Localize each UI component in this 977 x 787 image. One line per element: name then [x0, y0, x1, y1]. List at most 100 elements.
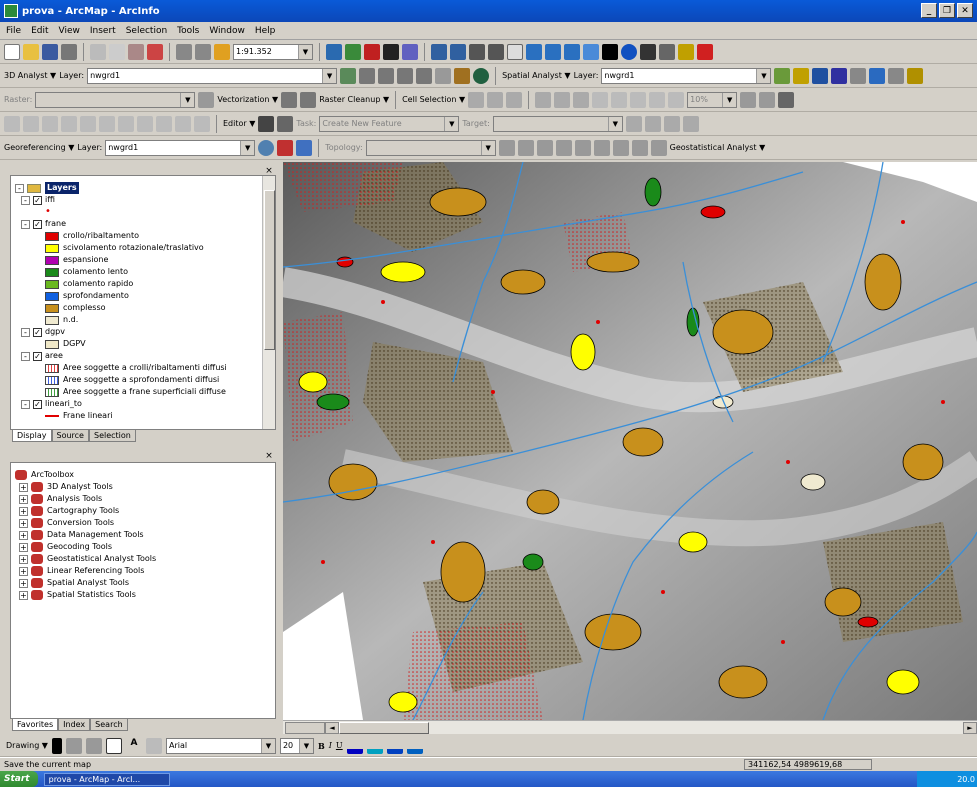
rotate-raster-icon[interactable]: [258, 139, 275, 156]
layer-aree[interactable]: aree: [45, 350, 63, 362]
sketch-icon[interactable]: [277, 115, 294, 132]
menu-insert[interactable]: Insert: [90, 26, 116, 36]
contour-tool-icon[interactable]: [774, 67, 791, 84]
save-icon[interactable]: [42, 43, 58, 60]
topology-edit-icon[interactable]: [498, 139, 515, 156]
sketch-tool-2-icon[interactable]: [23, 115, 39, 132]
vectorization-menu[interactable]: Vectorization ▼: [217, 95, 278, 104]
target-dropdown[interactable]: [492, 115, 623, 132]
arctoolbox-icon[interactable]: [364, 43, 380, 60]
topology-dropdown[interactable]: [365, 139, 496, 156]
font-color-icon[interactable]: [346, 737, 363, 754]
full-extent-icon[interactable]: [526, 43, 542, 60]
font-dropdown[interactable]: Arial: [165, 737, 276, 754]
raster-tool-7-icon[interactable]: [649, 91, 666, 108]
menu-selection[interactable]: Selection: [126, 26, 167, 36]
sketch-tool-8-icon[interactable]: [137, 115, 153, 132]
raster-dropdown[interactable]: [35, 91, 196, 108]
task-dropdown[interactable]: Create New Feature: [319, 115, 460, 132]
expand-toolset[interactable]: +: [19, 578, 28, 588]
new-icon[interactable]: [4, 43, 20, 60]
map-display[interactable]: [283, 162, 977, 720]
results-icon[interactable]: [850, 67, 867, 84]
expand-toolset[interactable]: +: [19, 554, 28, 564]
menu-edit[interactable]: Edit: [31, 26, 48, 36]
marker-color-icon[interactable]: [406, 737, 423, 754]
raster-tool-4-icon[interactable]: [592, 91, 609, 108]
expand-frane[interactable]: -: [21, 219, 30, 229]
toolbox-item[interactable]: Conversion Tools: [47, 517, 114, 529]
expand-toolset[interactable]: +: [19, 482, 28, 492]
minimize-button[interactable]: _: [921, 3, 937, 18]
add-control-points-icon[interactable]: [277, 139, 294, 156]
cell-select-3-icon[interactable]: [506, 91, 523, 108]
topology-tool-6-icon[interactable]: [612, 139, 629, 156]
raster-tool-8-icon[interactable]: [668, 91, 685, 108]
redo-icon[interactable]: [195, 43, 211, 60]
spatial-layer-dropdown[interactable]: nwgrd1: [601, 67, 772, 84]
identify-icon[interactable]: [621, 43, 637, 60]
georeferencing-menu[interactable]: Georeferencing ▼: [4, 143, 74, 152]
topology-tool-1-icon[interactable]: [517, 139, 534, 156]
raster-tool-10-icon[interactable]: [759, 91, 776, 108]
select-features-icon[interactable]: [583, 43, 599, 60]
forward-icon[interactable]: [564, 43, 580, 60]
toolbox-item[interactable]: Geostatistical Analyst Tools: [47, 553, 156, 565]
map-scroll-thumb[interactable]: [339, 721, 429, 734]
toc-scrollbar[interactable]: [262, 176, 275, 429]
tab-selection[interactable]: Selection: [88, 430, 136, 442]
histogram-icon[interactable]: [793, 67, 810, 84]
georef-layer-dropdown[interactable]: nwgrd1: [105, 139, 256, 156]
sketch-tool-7-icon[interactable]: [118, 115, 134, 132]
tab-display[interactable]: Display: [12, 430, 52, 442]
steepest-path-icon[interactable]: [378, 67, 395, 84]
edit-tool-icon[interactable]: [258, 115, 275, 132]
italic-button[interactable]: I: [329, 741, 332, 750]
toolbox-item[interactable]: Analysis Tools: [47, 493, 102, 505]
topology-tool-8-icon[interactable]: [650, 139, 667, 156]
fill-color-icon[interactable]: [366, 737, 383, 754]
sketch-properties-icon[interactable]: [682, 115, 699, 132]
layer-frane[interactable]: frane: [45, 218, 66, 230]
table-icon[interactable]: [697, 43, 713, 60]
analysis-help-icon[interactable]: [888, 67, 905, 84]
menu-file[interactable]: File: [6, 26, 21, 36]
model-icon[interactable]: [831, 67, 848, 84]
line-of-sight-icon[interactable]: [397, 67, 414, 84]
select-elements-pointer-icon[interactable]: [51, 737, 62, 754]
aree-checkbox[interactable]: ✓: [33, 351, 42, 361]
edit-vertices-icon[interactable]: [145, 737, 162, 754]
copy-icon[interactable]: [109, 43, 125, 60]
raster-cleanup-menu[interactable]: Raster Cleanup ▼: [319, 95, 389, 104]
open-icon[interactable]: [23, 43, 39, 60]
tab-favorites[interactable]: Favorites: [12, 719, 59, 731]
help-icon[interactable]: [907, 67, 924, 84]
tab-search[interactable]: Search: [90, 719, 128, 731]
expand-aree[interactable]: -: [21, 351, 30, 361]
cut-icon[interactable]: [90, 43, 106, 60]
iffi-checkbox[interactable]: ✓: [33, 195, 42, 205]
trace-icon[interactable]: [300, 91, 317, 108]
sketch-tool-11-icon[interactable]: [194, 115, 210, 132]
toolbox-item[interactable]: Spatial Analyst Tools: [47, 577, 129, 589]
sketch-tool-3-icon[interactable]: [42, 115, 58, 132]
undo-icon[interactable]: [176, 43, 192, 60]
back-icon[interactable]: [545, 43, 561, 60]
frane-checkbox[interactable]: ✓: [33, 219, 42, 229]
menu-view[interactable]: View: [59, 26, 80, 36]
zoom-whole-page-icon[interactable]: [85, 737, 102, 754]
menu-tools[interactable]: Tools: [177, 26, 199, 36]
interpolate-icon[interactable]: [340, 67, 357, 84]
taskbar-item-arcmap[interactable]: prova - ArcMap - ArcI...: [43, 772, 170, 786]
fixed-zoom-in-icon[interactable]: [469, 43, 485, 60]
paste-icon[interactable]: [128, 43, 144, 60]
arctoolbox-root[interactable]: ArcToolbox: [31, 469, 74, 481]
toolbox-item[interactable]: 3D Analyst Tools: [47, 481, 113, 493]
toolbox-close-icon[interactable]: ×: [264, 452, 274, 462]
expand-toolset[interactable]: +: [19, 566, 28, 576]
cell-select-2-icon[interactable]: [487, 91, 504, 108]
drawing-menu[interactable]: Drawing ▼: [6, 741, 48, 750]
split-icon[interactable]: [625, 115, 642, 132]
fixed-zoom-out-icon[interactable]: [488, 43, 504, 60]
attributes-icon[interactable]: [663, 115, 680, 132]
